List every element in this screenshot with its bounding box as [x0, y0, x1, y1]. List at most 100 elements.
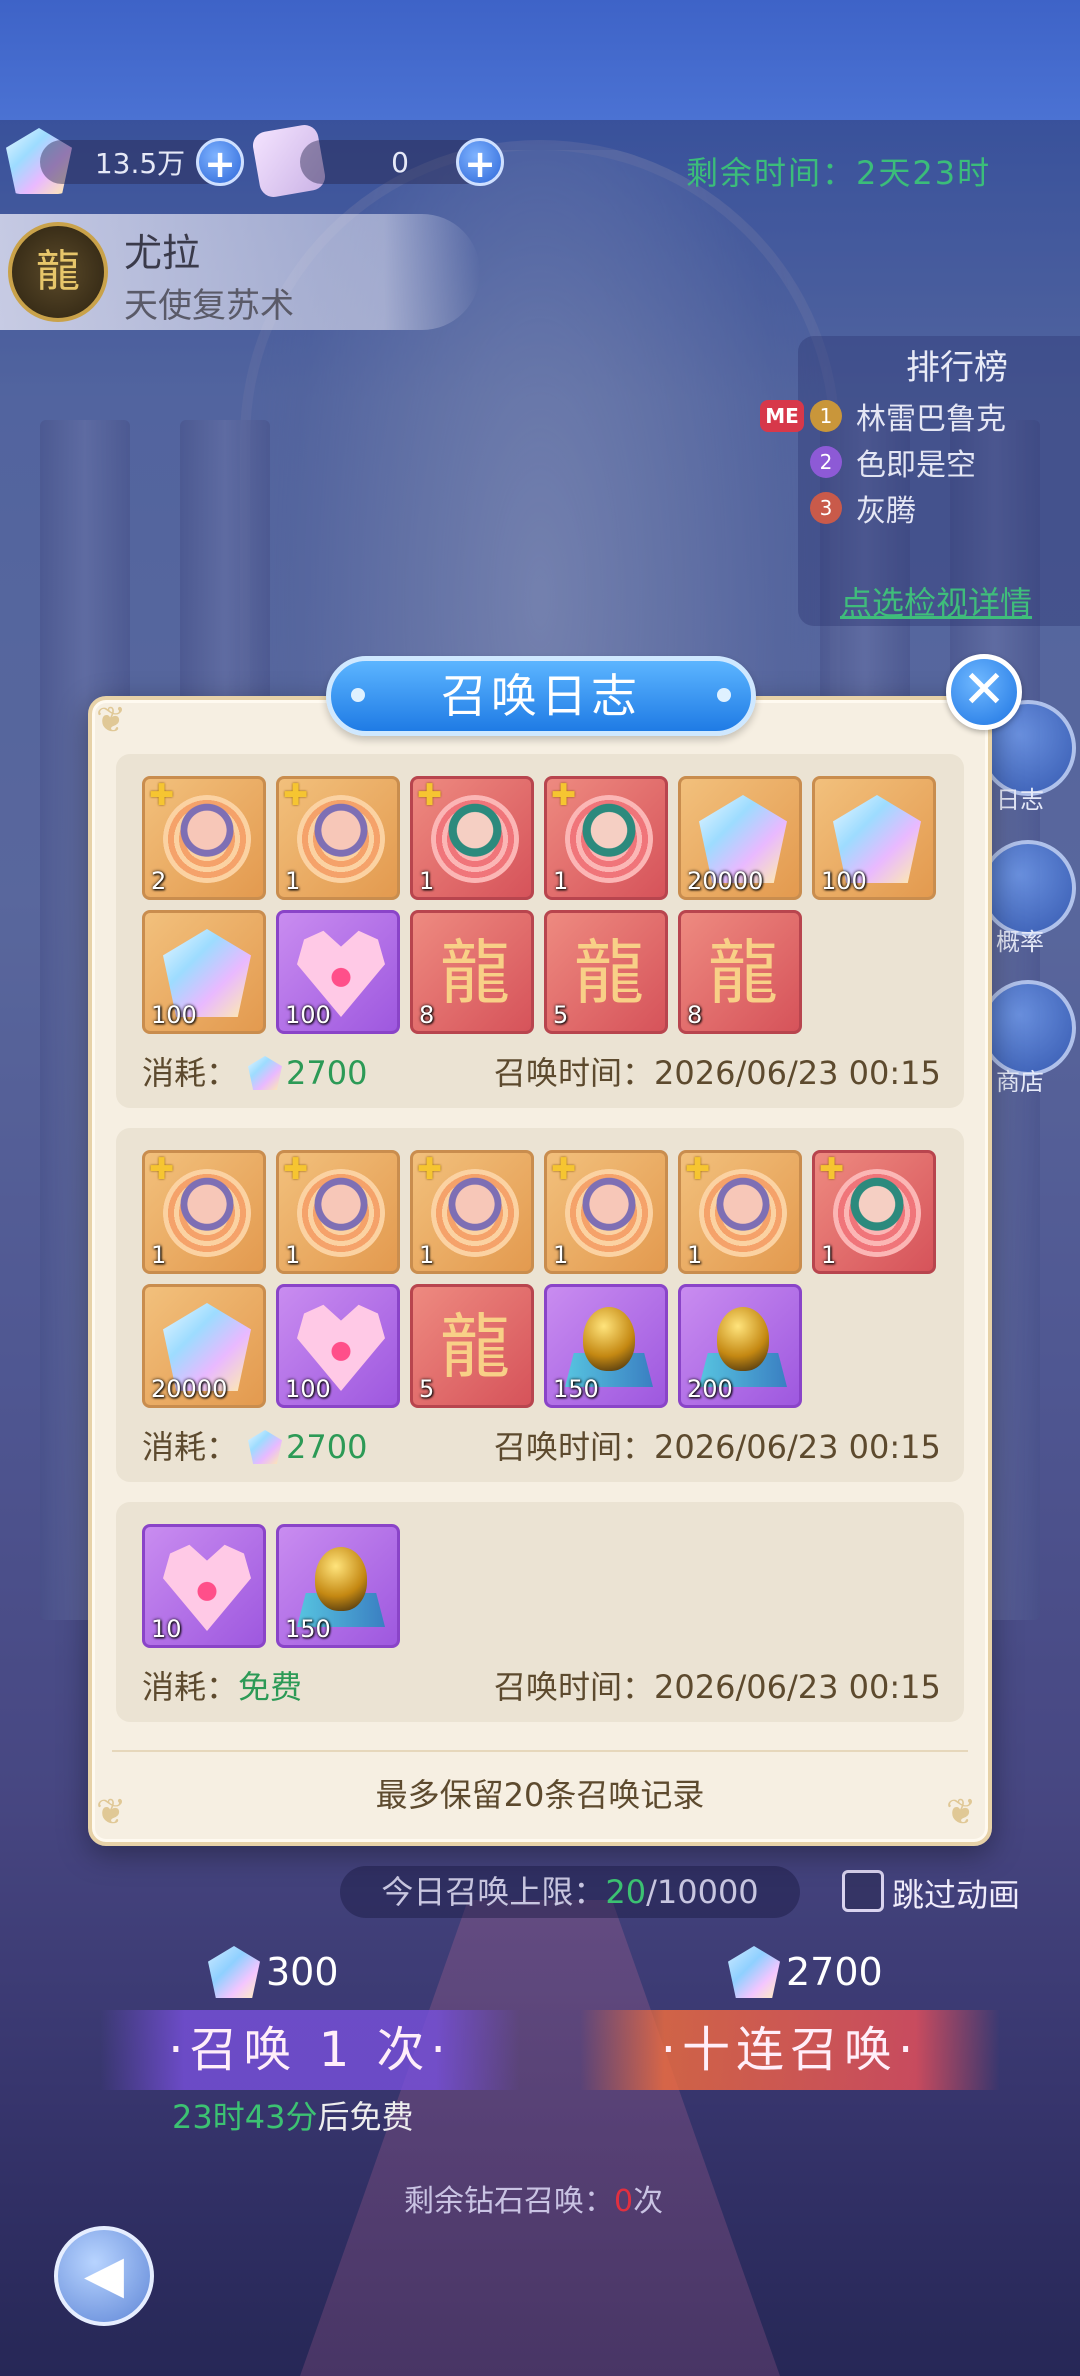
- reward-item[interactable]: 100: [276, 910, 400, 1034]
- footer-divider: [112, 1750, 968, 1752]
- reward-item[interactable]: 龍5: [410, 1284, 534, 1408]
- reward-item[interactable]: 10: [142, 1524, 266, 1648]
- hero-fragment-icon: [833, 1169, 921, 1257]
- item-count: 1: [553, 867, 569, 895]
- ranking-row: 2 色即是空: [810, 440, 976, 484]
- cost-value: 2700: [286, 1054, 368, 1092]
- dragon-emblem-icon: 龍: [440, 1306, 510, 1388]
- item-count: 1: [285, 867, 301, 895]
- diamond-left-value: 0: [614, 2184, 634, 2219]
- reward-item[interactable]: 龍8: [410, 910, 534, 1034]
- summon-log-list[interactable]: ✚ 2 ✚ 1 ✚ 1 ✚ 1 20000 100 100 100 龍 8 龍 5 龍 8 消耗： 2700 召唤时间：…: [112, 750, 968, 1740]
- add-gems-button[interactable]: +: [196, 138, 244, 186]
- record-time: 召唤时间：2026/06/23 00:15: [494, 1422, 941, 1468]
- reward-item[interactable]: ✚ 1: [678, 1150, 802, 1274]
- ranking-detail-link[interactable]: 点选检视详情: [840, 578, 1032, 624]
- puzzle-piece-icon: ✚: [551, 1152, 577, 1187]
- puzzle-piece-icon: ✚: [819, 1152, 845, 1187]
- rank-player-name: 灰腾: [856, 494, 916, 529]
- daily-limit-total: /10000: [646, 1873, 759, 1911]
- summon-once-button[interactable]: ·召唤 1 次·: [100, 2010, 520, 2090]
- summon-record: ✚ 1 ✚ 1 ✚ 1 ✚ 1 ✚ 1 ✚ 1 20000 100 龍 5 150 200 消耗： 2700 召唤时间：…: [116, 1128, 964, 1482]
- record-cost: 消耗：免费: [142, 1662, 302, 1708]
- reward-item[interactable]: ✚ 1: [544, 1150, 668, 1274]
- title-dot-icon: [717, 688, 731, 702]
- reward-item[interactable]: ✚ 1: [276, 776, 400, 900]
- record-time: 召唤时间：2026/06/23 00:15: [494, 1048, 941, 1094]
- hero-fragment-icon: [699, 1169, 787, 1257]
- cost-value: 免费: [238, 1668, 303, 1706]
- item-count: 200: [687, 1375, 733, 1403]
- reward-item[interactable]: 龍5: [544, 910, 668, 1034]
- reward-item[interactable]: 150: [276, 1524, 400, 1648]
- puzzle-piece-icon: ✚: [283, 1152, 309, 1187]
- skip-animation-label[interactable]: 跳过动画: [892, 1870, 1020, 1916]
- item-count: 1: [285, 1241, 301, 1269]
- time-label: 召唤时间：: [494, 1054, 655, 1092]
- dragon-emblem-icon: 龍: [440, 932, 510, 1014]
- boss-dragon-icon: 龍: [8, 222, 108, 322]
- reward-item[interactable]: 100: [142, 910, 266, 1034]
- reward-item[interactable]: ✚ 1: [544, 776, 668, 900]
- item-count: 100: [285, 1375, 331, 1403]
- item-count: 5: [419, 1375, 435, 1403]
- back-button[interactable]: ◀: [54, 2226, 154, 2326]
- hero-fragment-icon: [297, 1169, 385, 1257]
- record-cost: 消耗： 2700: [142, 1422, 367, 1468]
- reward-item[interactable]: 200: [678, 1284, 802, 1408]
- reward-item[interactable]: ✚ 1: [812, 1150, 936, 1274]
- gem-icon: [248, 1430, 283, 1464]
- puzzle-piece-icon: ✚: [417, 778, 443, 813]
- hero-fragment-icon: [163, 1169, 251, 1257]
- item-count: 20000: [151, 1375, 228, 1403]
- item-count: 1: [419, 1241, 435, 1269]
- reward-item[interactable]: 100: [812, 776, 936, 900]
- shop-button-label: 商店: [996, 1068, 1044, 1096]
- cost-label: 消耗：: [142, 1668, 239, 1706]
- record-cost: 消耗： 2700: [142, 1048, 367, 1094]
- reward-item[interactable]: ✚ 1: [410, 776, 534, 900]
- gem-icon: [208, 1946, 260, 1998]
- single-cost: 300: [208, 1946, 339, 1998]
- corner-ornament-icon: ❦: [96, 700, 127, 741]
- reward-item[interactable]: ✚ 2: [142, 776, 266, 900]
- modal-title-text: 召唤日志: [441, 669, 641, 723]
- reward-item[interactable]: 100: [276, 1284, 400, 1408]
- boss-name: 尤拉: [124, 231, 201, 275]
- dragon-emblem-icon: 龍: [708, 932, 778, 1014]
- puzzle-piece-icon: ✚: [283, 778, 309, 813]
- rank-player-name: 色即是空: [856, 448, 976, 483]
- puzzle-piece-icon: ✚: [551, 778, 577, 813]
- item-count: 5: [553, 1001, 569, 1029]
- ranking-row: 3 灰腾: [810, 486, 916, 530]
- daily-limit: 今日召唤上限：20/10000: [340, 1866, 800, 1918]
- item-count: 1: [553, 1241, 569, 1269]
- item-count: 8: [419, 1001, 435, 1029]
- time-label: 召唤时间：: [494, 1668, 655, 1706]
- dragon-emblem-icon: 龍: [574, 932, 644, 1014]
- diamond-left-label: 剩余钻石召唤：: [404, 2184, 614, 2219]
- add-tickets-button[interactable]: +: [456, 138, 504, 186]
- title-dot-icon: [351, 688, 365, 702]
- close-button[interactable]: ✕: [946, 654, 1022, 730]
- reward-item[interactable]: 150: [544, 1284, 668, 1408]
- reward-item[interactable]: 龍8: [678, 910, 802, 1034]
- item-count: 8: [687, 1001, 703, 1029]
- event-timer: 剩余时间：2天23时: [686, 154, 992, 192]
- reward-item[interactable]: ✚ 1: [410, 1150, 534, 1274]
- item-count: 20000: [687, 867, 764, 895]
- reward-item[interactable]: 20000: [142, 1284, 266, 1408]
- reward-item[interactable]: 20000: [678, 776, 802, 900]
- summon-record: ✚ 2 ✚ 1 ✚ 1 ✚ 1 20000 100 100 100 龍 8 龍 5 龍 8 消耗： 2700 召唤时间：…: [116, 754, 964, 1108]
- summon-ten-button[interactable]: ·十连召唤·: [580, 2010, 1000, 2090]
- skip-animation-checkbox[interactable]: [842, 1870, 884, 1912]
- ranking-row: ME 1 林雷巴鲁克: [760, 394, 1006, 438]
- cost-value: 2700: [286, 1428, 368, 1466]
- rank-player-name: 林雷巴鲁克: [856, 402, 1006, 437]
- hero-fragment-icon: [297, 795, 385, 883]
- free-summon-time: 23时43分: [172, 2098, 318, 2136]
- reward-item[interactable]: ✚ 1: [276, 1150, 400, 1274]
- hero-fragment-icon: [163, 795, 251, 883]
- reward-item[interactable]: ✚ 1: [142, 1150, 266, 1274]
- hero-fragment-icon: [565, 795, 653, 883]
